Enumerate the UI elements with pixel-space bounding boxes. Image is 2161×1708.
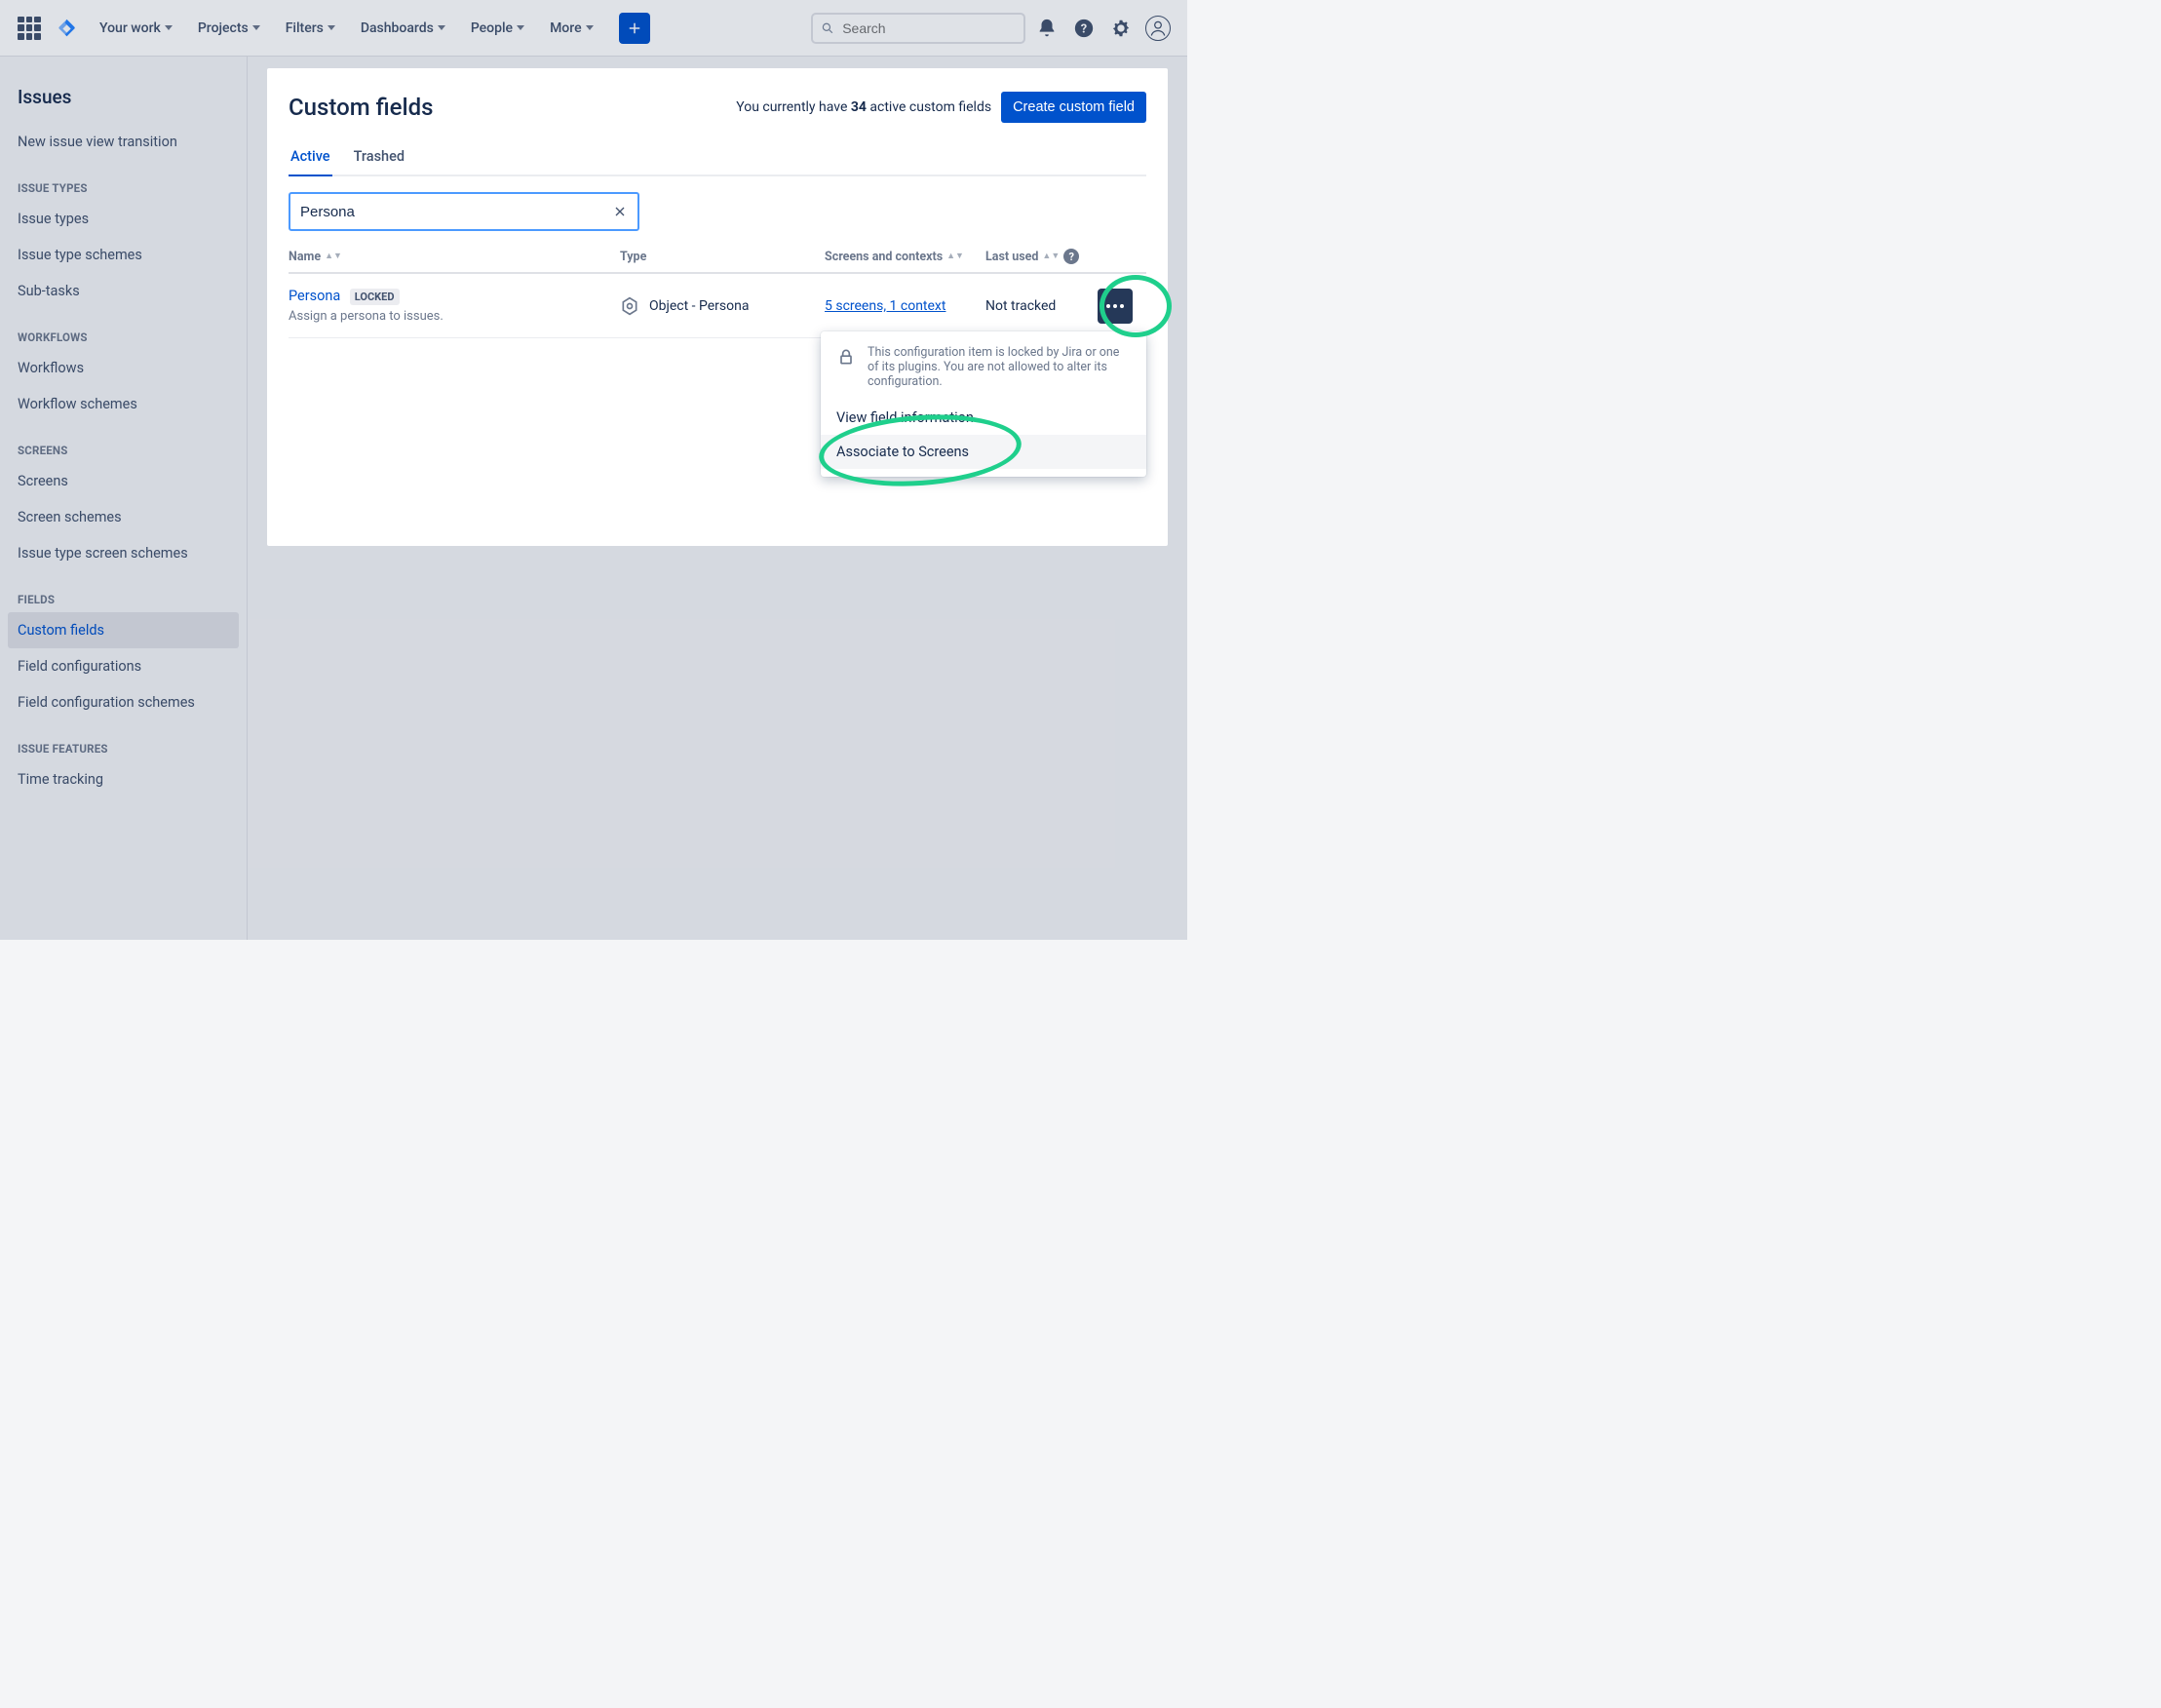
sort-icon: ▲▼ bbox=[946, 252, 964, 261]
sidebar-title: Issues bbox=[8, 76, 239, 124]
jira-icon bbox=[57, 18, 78, 39]
settings-button[interactable] bbox=[1105, 13, 1137, 44]
field-type-icon bbox=[620, 296, 639, 316]
chevron-down-icon bbox=[517, 25, 524, 30]
cell-name: Persona LOCKED Assign a persona to issue… bbox=[289, 288, 620, 324]
admin-sidebar: Issues New issue view transition Issue t… bbox=[0, 57, 248, 940]
custom-fields-table: Name▲▼ Type Screens and contexts▲▼ Last … bbox=[289, 249, 1146, 338]
chevron-down-icon bbox=[438, 25, 445, 30]
notifications-button[interactable] bbox=[1031, 13, 1062, 44]
custom-fields-panel: Custom fields You currently have 34 acti… bbox=[267, 68, 1168, 546]
sidebar-header-issue-features: Issue features bbox=[8, 720, 239, 761]
tab-active[interactable]: Active bbox=[289, 148, 332, 175]
sidebar-item-screens[interactable]: Screens bbox=[8, 463, 239, 499]
help-icon[interactable]: ? bbox=[1063, 249, 1079, 264]
sidebar-item-field-configurations[interactable]: Field configurations bbox=[8, 648, 239, 684]
avatar-icon bbox=[1145, 16, 1171, 41]
nav-filters[interactable]: Filters bbox=[276, 15, 345, 42]
row-actions-menu: This configuration item is locked by Jir… bbox=[821, 331, 1146, 477]
nav-your-work[interactable]: Your work bbox=[90, 15, 182, 42]
gear-icon bbox=[1110, 18, 1132, 39]
column-name[interactable]: Name▲▼ bbox=[289, 250, 620, 264]
filter-search-box[interactable] bbox=[289, 192, 639, 231]
sidebar-header-issue-types: Issue types bbox=[8, 160, 239, 201]
column-screens[interactable]: Screens and contexts▲▼ bbox=[825, 250, 985, 264]
sidebar-item-screen-schemes[interactable]: Screen schemes bbox=[8, 499, 239, 535]
help-icon: ? bbox=[1073, 18, 1095, 39]
app-switcher-button[interactable] bbox=[14, 13, 45, 44]
lock-icon bbox=[836, 347, 856, 367]
nav-projects[interactable]: Projects bbox=[188, 15, 270, 42]
cell-last-used: Not tracked bbox=[985, 298, 1098, 314]
sidebar-header-fields: Fields bbox=[8, 571, 239, 612]
profile-button[interactable] bbox=[1142, 13, 1174, 44]
field-tabs: Active Trashed bbox=[289, 148, 1146, 176]
filter-input[interactable] bbox=[300, 204, 604, 220]
page-title: Custom fields bbox=[289, 94, 433, 121]
search-icon bbox=[821, 20, 834, 36]
main-content: Custom fields You currently have 34 acti… bbox=[248, 57, 1187, 940]
top-nav: Your work Projects Filters Dashboards Pe… bbox=[0, 0, 1187, 57]
menu-view-field-info[interactable]: View field information bbox=[821, 401, 1146, 435]
chevron-down-icon bbox=[252, 25, 260, 30]
sidebar-item-custom-fields[interactable]: Custom fields bbox=[8, 612, 239, 648]
close-icon bbox=[612, 204, 628, 219]
sort-icon: ▲▼ bbox=[325, 252, 342, 261]
chevron-down-icon bbox=[328, 25, 335, 30]
column-type: Type bbox=[620, 250, 825, 264]
sidebar-item-transition[interactable]: New issue view transition bbox=[8, 124, 239, 160]
search-input[interactable] bbox=[842, 20, 1016, 36]
table-row: Persona LOCKED Assign a persona to issue… bbox=[289, 274, 1146, 338]
sidebar-item-sub-tasks[interactable]: Sub-tasks bbox=[8, 273, 239, 309]
sidebar-item-issue-type-screen-schemes[interactable]: Issue type screen schemes bbox=[8, 535, 239, 571]
bell-icon bbox=[1036, 18, 1058, 39]
chevron-down-icon bbox=[165, 25, 173, 30]
sidebar-header-workflows: Workflows bbox=[8, 309, 239, 350]
svg-text:?: ? bbox=[1081, 21, 1087, 36]
create-custom-field-button[interactable]: Create custom field bbox=[1001, 92, 1146, 123]
sidebar-item-workflows[interactable]: Workflows bbox=[8, 350, 239, 386]
jira-logo[interactable] bbox=[57, 18, 78, 39]
nav-more[interactable]: More bbox=[540, 15, 603, 42]
clear-filter-button[interactable] bbox=[612, 204, 628, 219]
sidebar-item-time-tracking[interactable]: Time tracking bbox=[8, 761, 239, 797]
plus-icon bbox=[626, 19, 643, 37]
locked-notice: This configuration item is locked by Jir… bbox=[821, 345, 1146, 401]
locked-badge: LOCKED bbox=[350, 289, 400, 305]
menu-associate-screens[interactable]: Associate to Screens bbox=[821, 435, 1146, 469]
cell-screens: 5 screens, 1 context bbox=[825, 298, 985, 314]
sidebar-item-issue-type-schemes[interactable]: Issue type schemes bbox=[8, 237, 239, 273]
table-header: Name▲▼ Type Screens and contexts▲▼ Last … bbox=[289, 249, 1146, 274]
apps-grid-icon bbox=[18, 17, 41, 40]
nav-dashboards[interactable]: Dashboards bbox=[351, 15, 455, 42]
field-description: Assign a persona to issues. bbox=[289, 309, 620, 324]
field-count-text: You currently have 34 active custom fiel… bbox=[736, 99, 991, 115]
screens-link[interactable]: 5 screens, 1 context bbox=[825, 298, 945, 314]
global-search[interactable] bbox=[811, 13, 1025, 44]
help-button[interactable]: ? bbox=[1068, 13, 1100, 44]
nav-people[interactable]: People bbox=[461, 15, 534, 42]
tab-trashed[interactable]: Trashed bbox=[352, 148, 406, 175]
sidebar-item-workflow-schemes[interactable]: Workflow schemes bbox=[8, 386, 239, 422]
sidebar-item-field-config-schemes[interactable]: Field configuration schemes bbox=[8, 684, 239, 720]
row-actions-button[interactable] bbox=[1098, 289, 1133, 324]
sidebar-header-screens: Screens bbox=[8, 422, 239, 463]
cell-type: Object - Persona bbox=[620, 296, 825, 316]
sort-icon: ▲▼ bbox=[1042, 252, 1060, 261]
sidebar-item-issue-types[interactable]: Issue types bbox=[8, 201, 239, 237]
chevron-down-icon bbox=[586, 25, 594, 30]
create-button[interactable] bbox=[619, 13, 650, 44]
column-last-used[interactable]: Last used▲▼ ? bbox=[985, 249, 1098, 264]
field-link[interactable]: Persona bbox=[289, 288, 340, 304]
